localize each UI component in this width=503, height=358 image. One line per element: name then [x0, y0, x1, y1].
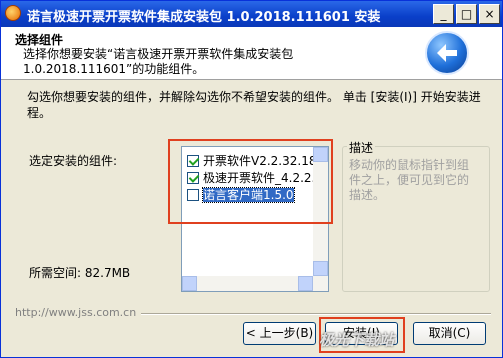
component-checkbox[interactable] [187, 188, 199, 201]
component-item[interactable]: 诺言客户端1.5.0 [187, 187, 295, 203]
component-list[interactable]: 开票软件V2.2.32.18102 极速开票软件_4.2.2.4 诺言客户端1.… [181, 146, 329, 292]
scroll-up-icon[interactable] [313, 147, 328, 162]
installer-app-icon [5, 5, 21, 21]
space-required-label: 所需空间: 82.7MB [29, 266, 131, 280]
description-legend: 描述 [347, 139, 376, 156]
component-label: 开票软件V2.2.32.18102 [203, 154, 329, 168]
component-label: 诺言客户端1.5.0 [202, 187, 295, 203]
minimize-button[interactable]: _ [433, 4, 454, 24]
installer-window: 诺言极速开票开票软件集成安装包 1.0.2018.111601 安装 _ □ ×… [0, 0, 503, 358]
watermark: 极光下载站 [319, 331, 395, 349]
scroll-right-icon[interactable] [298, 276, 313, 291]
close-button[interactable]: × [479, 4, 500, 24]
vertical-scrollbar[interactable] [313, 147, 328, 291]
component-item[interactable]: 极速开票软件_4.2.2.4 [187, 170, 323, 186]
page-subtitle: 选择你想要安装“诺言极速开票开票软件集成安装包 1.0.2018.111601”… [23, 47, 294, 76]
scroll-left-icon[interactable] [182, 276, 197, 291]
maximize-button[interactable]: □ [456, 4, 477, 24]
component-checkbox[interactable] [187, 154, 199, 167]
site-url: http://www.jss.com.cn [15, 306, 137, 319]
back-arrow-logo-icon [425, 31, 469, 75]
component-label: 极速开票软件_4.2.2.4 [203, 171, 323, 185]
horizontal-scrollbar[interactable] [182, 276, 313, 291]
description-text: 移动你的鼠标指针到组件之上，便可见到它的描述。 [349, 158, 470, 202]
page-title: 选择组件 [15, 33, 64, 47]
component-checkbox[interactable] [187, 171, 199, 184]
cancel-button[interactable]: 取消(C) [413, 322, 486, 345]
instructions-text: 勾选你想要安装的组件，并解除勾选你不希望安装的组件。 单击 [安装(I)] 开始… [27, 90, 481, 120]
window-title: 诺言极速开票开票软件集成安装包 1.0.2018.111601 安装 [27, 10, 381, 25]
title-bar: 诺言极速开票开票软件集成安装包 1.0.2018.111601 安装 _ □ × [1, 1, 502, 27]
select-components-label: 选定安装的组件: [29, 154, 118, 168]
scroll-down-icon[interactable] [313, 261, 328, 276]
page-header: 选择组件 选择你想要安装“诺言极速开票开票软件集成安装包 1.0.2018.11… [1, 27, 502, 80]
footer-separator [141, 313, 491, 315]
back-button[interactable]: < 上一步(B) [243, 322, 316, 345]
component-item[interactable]: 开票软件V2.2.32.18102 [187, 153, 329, 169]
